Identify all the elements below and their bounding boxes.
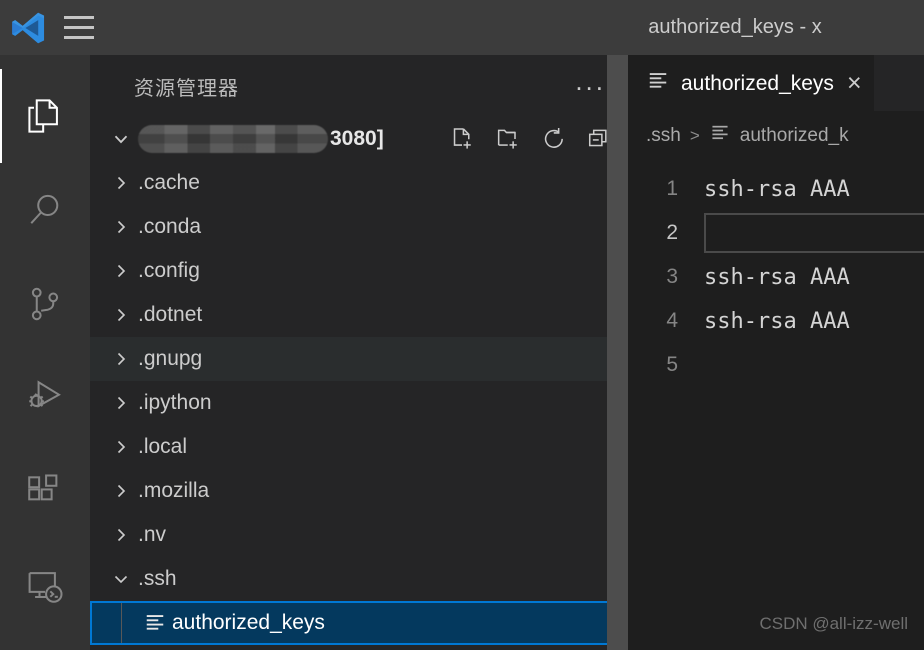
new-file-icon[interactable] [448,125,476,153]
source-control-icon [23,282,67,326]
extensions-icon [23,470,67,514]
line-number: 2 [666,221,678,244]
tree-item-label: .cache [138,171,200,194]
chevron-right-icon[interactable] [104,305,138,325]
tree-item-label: .local [138,435,188,458]
window-title: authorized_keys - x [0,0,924,55]
activity-item-run-and-debug[interactable] [0,351,90,445]
new-folder-icon[interactable] [494,125,522,153]
chevron-right-icon[interactable] [104,173,138,193]
breadcrumb: .ssh > authorized_k [628,111,924,161]
code-line[interactable]: 5 [628,343,924,387]
sidebar-scrollbar[interactable] [607,55,628,650]
chevron-right-icon[interactable] [104,217,138,237]
tree-item-dotnet[interactable]: .dotnet [90,293,628,337]
activity-item-search[interactable] [0,163,90,257]
close-icon[interactable]: × [847,71,862,96]
activity-bar [0,55,90,650]
line-number: 5 [666,353,678,376]
tree-item-label: .mozilla [138,479,210,502]
tree-item-config[interactable]: .config [90,249,628,293]
chevron-right-icon: > [689,126,700,145]
tree-item-gnupg[interactable]: .gnupg [90,337,628,381]
title-bar: authorized_keys - x [0,0,924,55]
code-editor[interactable]: 1 ssh-rsa AAA 2 3 ssh-rsa AAA 4 ssh-rsa … [628,161,924,387]
code-line[interactable]: 3 ssh-rsa AAA [628,255,924,299]
tree-item-local[interactable]: .local [90,425,628,469]
chevron-right-icon[interactable] [104,481,138,501]
line-number: 4 [666,309,678,332]
tree-item-label: .gnupg [138,347,203,370]
tree-item-ipython[interactable]: .ipython [90,381,628,425]
activity-item-extensions[interactable] [0,445,90,539]
line-content: ssh-rsa AAA [704,176,850,202]
text-file-icon [138,611,172,635]
activity-item-remote-explorer[interactable] [0,539,90,633]
vscode-logo-icon [0,0,56,55]
vscode-window: authorized_keys - x 资源管理器 ... 3080] .cac… [0,0,924,650]
explorer-title: 资源管理器 [134,77,239,100]
chevron-right-icon[interactable] [104,261,138,281]
current-line-highlight [704,213,924,253]
tree-item-label: .config [138,259,200,282]
activity-item-source-control[interactable] [0,257,90,351]
files-icon [23,94,67,138]
explorer-sidebar: 资源管理器 ... 3080] .cache .conda .config .d… [90,55,628,650]
tree-item-cache[interactable]: .cache [90,161,628,205]
code-line[interactable]: 1 ssh-rsa AAA [628,167,924,211]
code-line[interactable]: 4 ssh-rsa AAA [628,299,924,343]
run-debug-icon [23,376,67,420]
text-file-icon [709,122,731,150]
chevron-down-icon[interactable] [104,569,138,589]
chevron-right-icon[interactable] [104,393,138,413]
refresh-icon[interactable] [540,125,568,153]
watermark: CSDN @all-izz-well [759,614,908,633]
editor-tab-bar: authorized_keys × [628,55,924,111]
code-line-active[interactable]: 2 [628,211,924,255]
activity-item-explorer[interactable] [0,69,90,163]
explorer-header: 资源管理器 ... [90,55,628,117]
tree-item-conda[interactable]: .conda [90,205,628,249]
indent-guide [104,603,138,643]
line-number: 1 [666,177,678,200]
file-tree: .cache .conda .config .dotnet .gnupg .ip… [90,161,628,645]
breadcrumb-item-folder[interactable]: .ssh [646,125,681,147]
tree-item-label: .ssh [138,567,177,590]
explorer-more-actions-icon[interactable]: ... [575,68,606,96]
tree-item-nv[interactable]: .nv [90,513,628,557]
tree-item-mozilla[interactable]: .mozilla [90,469,628,513]
tree-item-label: .ipython [138,391,212,414]
workspace-name-suffix: 3080] [330,127,384,150]
tree-item-authorized-keys[interactable]: authorized_keys [90,601,628,645]
explorer-actions [448,125,614,153]
menu-hamburger-icon[interactable] [56,0,102,55]
tree-item-label: .dotnet [138,303,203,326]
breadcrumb-item-file[interactable]: authorized_k [740,125,849,147]
tab-label: authorized_keys [681,71,834,95]
remote-explorer-icon [23,564,67,608]
text-file-icon [646,69,670,99]
tree-item-label: authorized_keys [172,611,325,634]
chevron-right-icon[interactable] [104,349,138,369]
line-content: ssh-rsa AAA [704,264,850,290]
line-content: ssh-rsa AAA [704,308,850,334]
line-number: 3 [666,265,678,288]
workspace-name-redacted [138,125,328,153]
window-title-text: authorized_keys - x [648,16,822,38]
search-icon [23,188,67,232]
workspace-root-row[interactable]: 3080] [90,117,628,161]
tree-item-label: .conda [138,215,202,238]
tab-authorized-keys[interactable]: authorized_keys × [628,55,874,111]
tree-item-label: .nv [138,523,167,546]
chevron-right-icon[interactable] [104,437,138,457]
chevron-down-icon[interactable] [104,128,138,150]
editor-group: authorized_keys × .ssh > authorized_k 1 … [628,55,924,650]
tree-item-ssh[interactable]: .ssh [90,557,628,601]
chevron-right-icon[interactable] [104,525,138,545]
